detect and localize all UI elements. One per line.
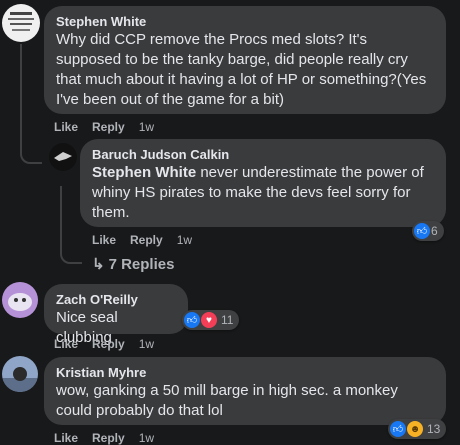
comment-bubble: Zach O'Reilly Nice seal clubbing (44, 284, 188, 346)
avatar-image (2, 367, 38, 392)
like-reaction-icon: 👍︎ (390, 421, 406, 437)
avatar-zach-oreilly[interactable] (2, 282, 38, 318)
comment-text: Stephen White never underestimate the po… (92, 164, 424, 221)
reaction-count: 6 (431, 224, 438, 238)
avatar-image (54, 152, 72, 161)
reply-bubble: Baruch Judson Calkin Stephen White never… (80, 139, 446, 227)
reaction-summary[interactable]: 👍︎ ☻ 13 (388, 419, 447, 439)
comment-actions: Like Reply 1w (54, 431, 168, 445)
like-button[interactable]: Like (54, 337, 78, 351)
timestamp[interactable]: 1w (139, 120, 154, 134)
reaction-summary[interactable]: 👍︎ 6 (412, 221, 444, 241)
comment-text: wow, ganking a 50 mill barge in high sec… (56, 382, 398, 419)
view-replies-link[interactable]: ↳ 7 Replies (92, 255, 174, 273)
like-button[interactable]: Like (54, 431, 78, 445)
timestamp[interactable]: 1w (139, 431, 154, 445)
mention-link[interactable]: Stephen White (92, 164, 196, 181)
comment-bubble: Kristian Myhre wow, ganking a 50 mill ba… (44, 357, 446, 425)
thread-line (60, 186, 82, 264)
comment-author[interactable]: Baruch Judson Calkin (92, 147, 434, 163)
avatar-kristian-myhre[interactable] (2, 356, 38, 392)
love-reaction-icon: ♥ (201, 312, 217, 328)
avatar-stephen-white[interactable] (2, 4, 40, 42)
avatar-baruch-judson-calkin[interactable] (49, 143, 77, 171)
reply-button[interactable]: Reply (92, 120, 125, 134)
haha-reaction-icon: ☻ (407, 421, 423, 437)
like-button[interactable]: Like (92, 233, 116, 247)
comment-text: Why did CCP remove the Procs med slots? … (56, 31, 427, 108)
avatar-image (8, 12, 34, 31)
avatar-image (8, 293, 32, 311)
thread-line (20, 44, 42, 164)
reaction-count: 13 (427, 422, 441, 436)
reply-button[interactable]: Reply (130, 233, 163, 247)
comment-author[interactable]: Zach O'Reilly (56, 292, 176, 308)
reaction-count: 11 (221, 313, 234, 327)
comment-author[interactable]: Kristian Myhre (56, 365, 434, 381)
comment-author[interactable]: Stephen White (56, 14, 434, 30)
like-reaction-icon: 👍︎ (414, 223, 430, 239)
reply-button[interactable]: Reply (92, 431, 125, 445)
comment-actions: Like Reply 1w (92, 233, 206, 247)
timestamp[interactable]: 1w (177, 233, 192, 247)
timestamp[interactable]: 1w (139, 337, 154, 351)
comment-actions: Like Reply 1w (54, 120, 168, 134)
like-reaction-icon: 👍︎ (184, 312, 200, 328)
reaction-summary[interactable]: 👍︎ ♥ 11 (182, 310, 240, 330)
comment-bubble: Stephen White Why did CCP remove the Pro… (44, 6, 446, 114)
comment-actions: Like Reply 1w (54, 337, 168, 351)
like-button[interactable]: Like (54, 120, 78, 134)
reply-arrow-icon: ↳ (92, 256, 105, 273)
reply-button[interactable]: Reply (92, 337, 125, 351)
